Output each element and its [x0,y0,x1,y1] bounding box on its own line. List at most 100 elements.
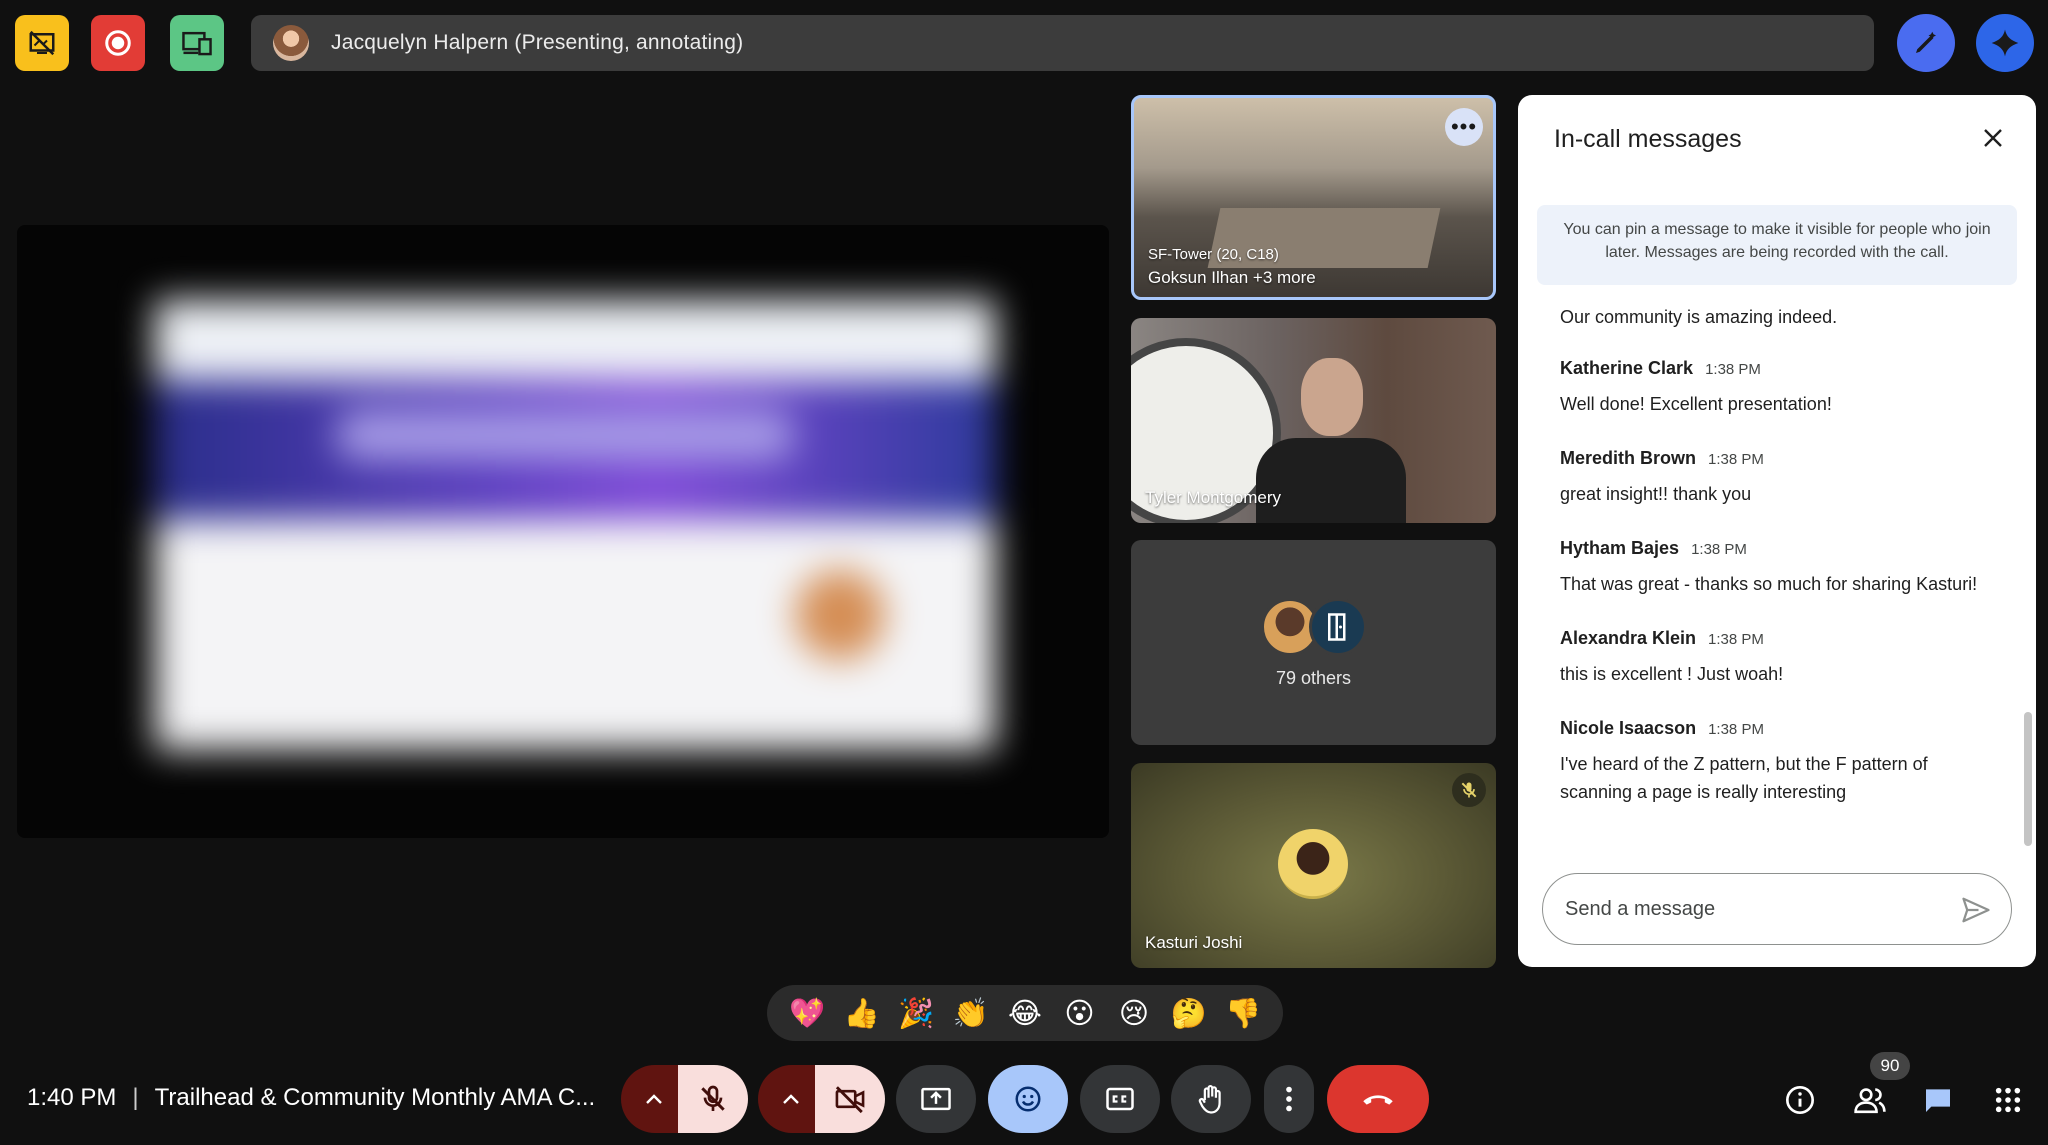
chat-button[interactable] [1918,1080,1958,1120]
blurred-presentation [155,300,995,750]
avatar [1278,829,1348,899]
devices-icon [182,31,212,56]
reaction-sad[interactable]: 😢 [1114,993,1154,1033]
recording-button[interactable] [91,15,145,71]
hand-icon [1198,1085,1221,1114]
message-time: 1:38 PM [1691,541,1747,558]
message-time: 1:38 PM [1708,721,1764,738]
slides-off-icon [29,30,55,56]
mic-off-icon [1452,773,1486,807]
participant-tile-kasturi[interactable]: Kasturi Joshi [1131,763,1496,968]
reaction-laughing[interactable]: 😂 [1005,993,1045,1033]
message-text: great insight!! thank you [1560,484,1752,504]
pin-notice: You can pin a message to make it visible… [1537,205,2017,285]
more-vert-icon [1286,1086,1292,1112]
people-button[interactable] [1850,1080,1890,1120]
door-icon [1328,613,1346,641]
apps-grid-icon [1995,1087,2021,1113]
chat-icon [1926,1089,1950,1112]
presenter-label: Jacquelyn Halpern (Presenting, annotatin… [331,31,744,54]
message-sender: Katherine Clark [1560,358,1694,378]
meeting-details-button[interactable] [1780,1080,1820,1120]
shared-screen [17,225,1109,838]
present-to-all-icon [921,1087,951,1111]
message-composer [1542,873,2012,945]
presenter-banner[interactable]: Jacquelyn Halpern (Presenting, annotatin… [251,15,1874,71]
separator: | [132,1084,139,1111]
others-count: 79 others [1275,668,1352,688]
close-icon[interactable] [1978,123,2008,153]
participant-tile-room[interactable]: ••• SF-Tower (20, C18) Goksun Ilhan +3 m… [1131,95,1496,300]
message-text: Our community is amazing indeed. [1560,307,1838,327]
reaction-surprised[interactable]: 😮 [1060,993,1100,1033]
message-text: this is excellent ! Just woah! [1560,664,1784,684]
present-screen-button[interactable] [896,1065,976,1133]
camera-toggle[interactable] [815,1065,885,1133]
message-text: Well done! Excellent presentation! [1560,394,1832,414]
message-item: Alexandra Klein 1:38 PM this is excellent… [1560,628,2000,688]
reaction-party-popper[interactable]: 🎉 [896,993,936,1033]
in-call-messages-panel: In-call messages You can pin a message t… [1518,95,2036,967]
current-time: 1:40 PM [27,1084,117,1111]
participant-name: Tyler Montgomery [1145,488,1282,507]
reactions-button[interactable] [988,1065,1068,1133]
record-icon [105,30,131,56]
message-list: Our community is amazing indeed. Katheri… [1560,305,2000,806]
sparkle-icon [1991,29,2019,57]
chat-scrollbar[interactable] [2024,712,2032,846]
reaction-thumbs-up[interactable]: 👍 [842,993,882,1033]
message-time: 1:38 PM [1708,451,1764,468]
message-item: Meredith Brown 1:38 PM great insight!! th… [1560,448,2000,508]
message-sender: Hytham Bajes [1560,538,1680,558]
more-options-icon[interactable]: ••• [1445,108,1483,146]
microphone-toggle[interactable] [678,1065,748,1133]
message-item: Nicole Isaacson 1:38 PM I've heard of the… [1560,718,2000,806]
meeting-title: Trailhead & Community Monthly AMA C... [154,1084,596,1111]
reactions-bar: 💖 👍 🎉 👏 😂 😮 😢 🤔 👎 [767,985,1283,1041]
message-item: Hytham Bajes 1:38 PM That was great - tha… [1560,538,2000,598]
raise-hand-button[interactable] [1171,1065,1251,1133]
camera-off-icon [835,1086,865,1114]
leave-call-button[interactable] [1327,1065,1429,1133]
people-icon [1854,1088,1886,1114]
message-text: I've heard of the Z pattern, but the F p… [1560,754,1928,802]
send-icon[interactable] [1961,896,1991,924]
panel-title: In-call messages [1554,125,1742,153]
message-time: 1:38 PM [1705,361,1761,378]
activities-button[interactable] [1988,1080,2028,1120]
emoji-icon [1015,1086,1041,1112]
message-sender: Alexandra Klein [1560,628,1697,648]
room-participants: Goksun Ilhan +3 more [1148,268,1316,287]
message-sender: Meredith Brown [1560,448,1697,468]
mic-off-icon [701,1085,725,1111]
participant-tile-others[interactable]: 79 others [1131,540,1496,745]
pen-sparkle-icon [1916,31,1936,53]
message-sender: Nicole Isaacson [1560,718,1697,738]
room-name: SF-Tower (20, C18) [1148,246,1279,263]
presenter-avatar [273,25,309,61]
chevron-up-icon [646,1094,662,1104]
participant-name: Kasturi Joshi [1145,933,1243,952]
reaction-clapping[interactable]: 👏 [951,993,991,1033]
reaction-thumbs-down[interactable]: 👎 [1223,993,1263,1033]
room-avatar [1309,598,1367,656]
reaction-thinking[interactable]: 🤔 [1169,993,1209,1033]
chevron-up-icon [783,1094,799,1104]
gemini-button[interactable] [1976,14,2034,72]
message-text: That was great - thanks so much for shar… [1560,574,1978,594]
presentation-off-button[interactable] [15,15,69,71]
message-item: Katherine Clark 1:38 PM Well done! Excell… [1560,358,2000,418]
annotate-button[interactable] [1897,14,1955,72]
closed-caption-icon [1106,1087,1134,1111]
message-time: 1:38 PM [1708,631,1764,648]
meeting-info: 1:40 PM | Trailhead & Community Monthly … [27,1084,595,1112]
call-end-icon [1363,1095,1393,1105]
info-icon [1786,1086,1814,1114]
more-options-button[interactable] [1264,1065,1314,1133]
captions-button[interactable] [1080,1065,1160,1133]
reaction-sparkling-heart[interactable]: 💖 [787,993,827,1033]
message-input[interactable] [1565,897,1945,921]
people-count-badge: 90 [1870,1052,1910,1080]
participant-tile-tyler[interactable]: Tyler Montgomery [1131,318,1496,523]
companion-mode-button[interactable] [170,15,224,71]
